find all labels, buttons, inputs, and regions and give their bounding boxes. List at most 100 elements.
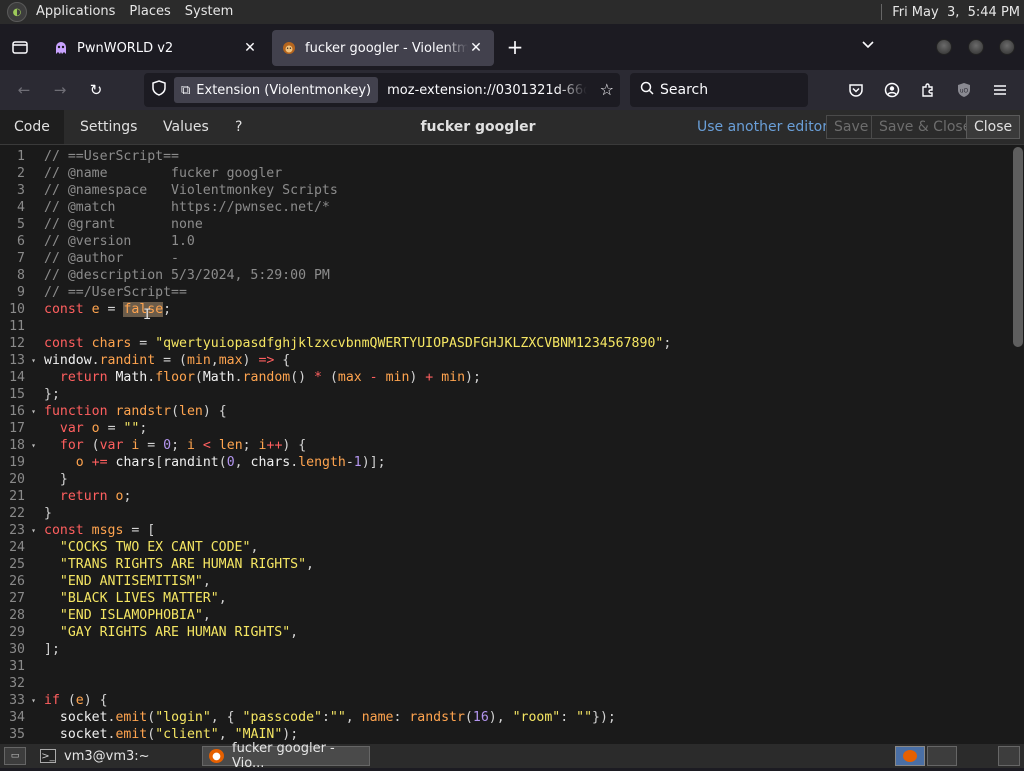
extension-identity-badge[interactable]: ⧉ Extension (Violentmonkey) (174, 77, 379, 103)
code-line[interactable]: // ==/UserScript== (44, 284, 1010, 301)
code-line[interactable]: const msgs = [ (44, 522, 1010, 539)
code-line[interactable]: "BLACK LIVES MATTER", (44, 590, 1010, 607)
close-tab-icon[interactable]: ✕ (468, 40, 484, 56)
code-line[interactable]: "END ANTISEMITISM", (44, 573, 1010, 590)
extensions-puzzle-icon[interactable] (916, 78, 940, 102)
fold-arrow-icon[interactable]: ▾ (31, 522, 36, 539)
fold-arrow-icon[interactable]: ▾ (31, 437, 36, 454)
code-line[interactable]: return Math.floor(Math.random() * (max -… (44, 369, 1010, 386)
code-line[interactable]: "COCKS TWO EX CANT CODE", (44, 539, 1010, 556)
list-all-tabs-icon[interactable] (858, 38, 878, 58)
code-line[interactable]: function randstr(len) { (44, 403, 1010, 420)
code-line[interactable]: // @match https://pwnsec.net/* (44, 199, 1010, 216)
line-number: 32 (9, 676, 25, 691)
tab-pwnworld[interactable]: PwnWORLD v2 ✕ (44, 30, 268, 66)
code-line[interactable]: const chars = "qwertyuiopasdfghjklzxcvbn… (44, 335, 1010, 352)
editor-toolbar: Code Settings Values ? fucker googler Us… (0, 110, 1024, 145)
code-line[interactable]: // @namespace Violentmonkey Scripts (44, 182, 1010, 199)
code-line[interactable]: const e = false; (44, 301, 1010, 318)
code-line[interactable]: }; (44, 386, 1010, 403)
line-number: 10 (9, 302, 25, 317)
show-desktop-icon[interactable]: ▭ (4, 747, 26, 765)
reload-icon[interactable]: ↻ (84, 78, 108, 102)
code-line[interactable]: } (44, 471, 1010, 488)
firefox-view-icon[interactable] (0, 24, 40, 70)
new-tab-button[interactable]: + (504, 36, 526, 58)
code-line[interactable]: "TRANS RIGHTS ARE HUMAN RIGHTS", (44, 556, 1010, 573)
window-close-button[interactable] (999, 39, 1015, 55)
window-maximize-button[interactable] (968, 39, 984, 55)
code-line[interactable] (44, 675, 1010, 692)
save-button[interactable]: Save (826, 115, 877, 139)
vertical-scrollbar[interactable] (1013, 147, 1023, 347)
save-and-close-button[interactable]: Save & Close (871, 115, 980, 139)
code-line[interactable]: "GAY RIGHTS ARE HUMAN RIGHTS", (44, 624, 1010, 641)
code-line[interactable]: socket.emit("login", { "passcode":"", na… (44, 709, 1010, 726)
fold-arrow-icon[interactable]: ▾ (31, 692, 36, 709)
line-number: 13 ▾ (9, 352, 36, 369)
tab-violentmonkey[interactable]: fucker googler - Violentmonkey ✕ (272, 30, 494, 66)
code-line[interactable]: // @description 5/3/2024, 5:29:00 PM (44, 267, 1010, 284)
back-icon[interactable]: ← (12, 78, 36, 102)
system-menu[interactable]: System (178, 0, 240, 24)
places-menu[interactable]: Places (122, 0, 177, 24)
code-line[interactable]: "END ISLAMOPHOBIA", (44, 607, 1010, 624)
tracking-protection-shield-icon[interactable] (144, 80, 174, 100)
code-line[interactable]: window.randint = (min,max) => { (44, 352, 1010, 369)
tab-title: PwnWORLD v2 (77, 40, 174, 56)
line-number: 28 (9, 608, 25, 623)
trash-icon[interactable] (998, 746, 1020, 766)
fold-arrow-icon[interactable]: ▾ (31, 352, 36, 369)
line-number: 6 (17, 234, 25, 249)
code-line[interactable]: ]; (44, 641, 1010, 658)
distro-logo-icon[interactable]: ◐ (7, 2, 27, 22)
line-number: 3 (17, 183, 25, 198)
code-line[interactable]: if (e) { (44, 692, 1010, 709)
hamburger-menu-icon[interactable] (988, 78, 1012, 102)
bottom-taskbar: ▭ >_ vm3@vm3:~ ● fucker googler - Vio... (0, 741, 1024, 771)
applications-menu[interactable]: Applications (29, 0, 122, 24)
url-bar[interactable]: ⧉ Extension (Violentmonkey) moz-extensio… (144, 73, 620, 107)
code-line[interactable]: // @grant none (44, 216, 1010, 233)
url-text[interactable]: moz-extension://0301321d-66d5- (387, 83, 587, 98)
panel-clock[interactable]: Fri May 3, 5:44 PM (892, 5, 1024, 20)
code-line[interactable]: socket.emit("client", "MAIN"); (44, 726, 1010, 743)
code-line[interactable]: // @author - (44, 250, 1010, 267)
line-number: 1 (17, 149, 25, 164)
close-button[interactable]: Close (966, 115, 1021, 139)
code-editor[interactable]: 1 2 3 4 5 6 7 8 9 10 11 12 13 ▾ 14 15 16 ▾ 17 18 ▾ 19 20 21 22 23… (0, 145, 1024, 744)
account-icon[interactable] (880, 78, 904, 102)
code-line[interactable] (44, 318, 1010, 335)
forward-icon[interactable]: → (48, 78, 72, 102)
line-number: 2 (17, 166, 25, 181)
line-number: 8 (17, 268, 25, 283)
bookmark-star-icon[interactable]: ☆ (600, 80, 614, 99)
code-line[interactable]: return o; (44, 488, 1010, 505)
code-line[interactable]: // @version 1.0 (44, 233, 1010, 250)
line-number: 14 (9, 370, 25, 385)
workspace-switcher-1[interactable] (895, 746, 925, 766)
ublock-origin-icon[interactable]: uO (952, 78, 976, 102)
fold-arrow-icon[interactable]: ▾ (31, 403, 36, 420)
window-minimize-button[interactable] (936, 39, 952, 55)
text-cursor-icon: I (143, 307, 152, 323)
code-line[interactable]: // @name fucker googler (44, 165, 1010, 182)
pocket-icon[interactable] (844, 78, 868, 102)
close-tab-icon[interactable]: ✕ (242, 40, 258, 56)
line-number: 26 (9, 574, 25, 589)
use-another-editor-link[interactable]: Use another editor? (697, 110, 835, 144)
code-lines[interactable]: // ==UserScript==// @name fucker googler… (44, 148, 1010, 743)
taskbar-item-terminal[interactable]: >_ vm3@vm3:~ (34, 746, 194, 766)
taskbar-item-firefox[interactable]: ● fucker googler - Vio... (202, 741, 370, 771)
code-line[interactable]: // ==UserScript== (44, 148, 1010, 165)
line-number: 35 (9, 727, 25, 742)
code-line[interactable] (44, 658, 1010, 675)
code-line[interactable]: for (var i = 0; i < len; i++) { (44, 437, 1010, 454)
code-line[interactable]: var o = ""; (44, 420, 1010, 437)
line-number: 18 ▾ (9, 437, 36, 454)
line-number: 34 (9, 710, 25, 725)
code-line[interactable]: o += chars[randint(0, chars.length-1)]; (44, 454, 1010, 471)
code-line[interactable]: } (44, 505, 1010, 522)
workspace-switcher-2[interactable] (927, 746, 957, 766)
search-bar[interactable]: Search (630, 73, 808, 107)
